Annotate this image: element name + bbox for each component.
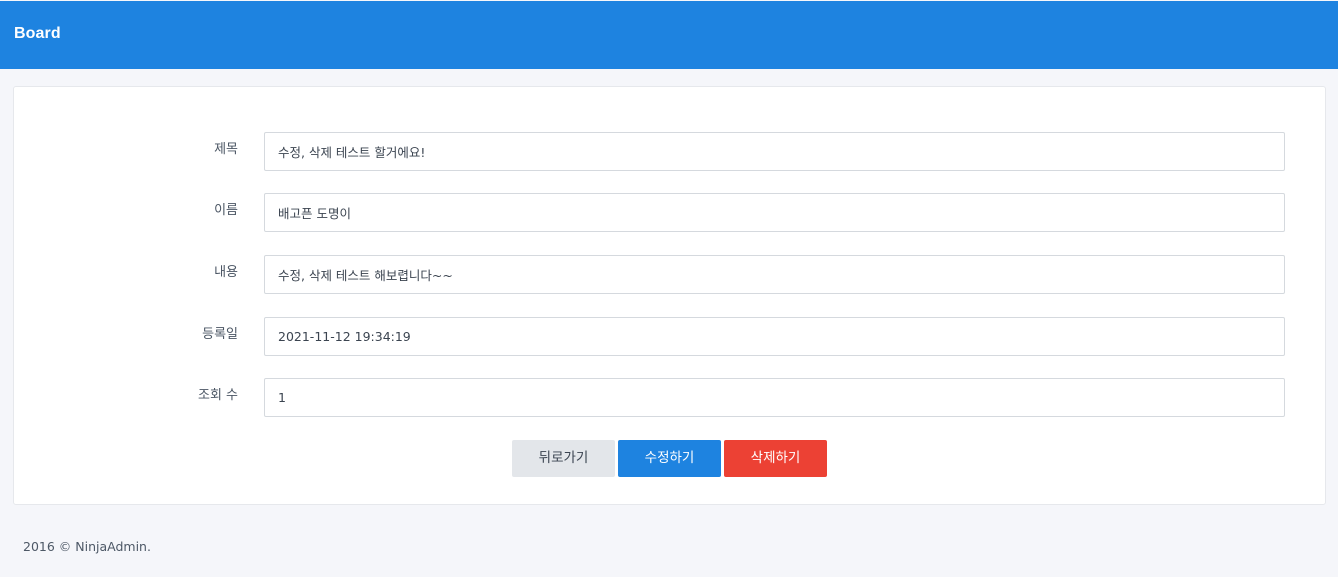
name-input[interactable] — [264, 193, 1285, 232]
title-label: 제목 — [214, 142, 238, 157]
delete-button[interactable]: 삭제하기 — [724, 440, 827, 477]
back-button[interactable]: 뒤로가기 — [512, 440, 615, 477]
action-buttons: 뒤로가기 수정하기 삭제하기 — [14, 440, 1327, 477]
title-input[interactable] — [264, 132, 1285, 171]
content-input[interactable] — [264, 255, 1285, 294]
footer-copyright: 2016 © NinjaAdmin. — [23, 539, 151, 554]
form-row-view-count: 조회 수 — [14, 378, 1327, 417]
app-title[interactable]: Board — [14, 25, 61, 43]
registered-date-input[interactable] — [264, 317, 1285, 356]
page: Board 제목 이름 내용 등록일 조회 수 뒤로가기 수정하기 삭제하기 — [0, 0, 1338, 577]
form-row-content: 내용 — [14, 255, 1327, 294]
view-count-input[interactable] — [264, 378, 1285, 417]
form-row-title: 제목 — [14, 132, 1327, 171]
board-detail-panel: 제목 이름 내용 등록일 조회 수 뒤로가기 수정하기 삭제하기 — [13, 86, 1326, 505]
view-count-label: 조회 수 — [197, 388, 238, 403]
form-row-registered-date: 등록일 — [14, 317, 1327, 356]
form-row-name: 이름 — [14, 193, 1327, 232]
registered-date-label: 등록일 — [202, 327, 238, 342]
edit-button[interactable]: 수정하기 — [618, 440, 721, 477]
top-header-bar: Board — [0, 1, 1338, 69]
name-label: 이름 — [214, 203, 238, 218]
content-label: 내용 — [214, 265, 238, 280]
